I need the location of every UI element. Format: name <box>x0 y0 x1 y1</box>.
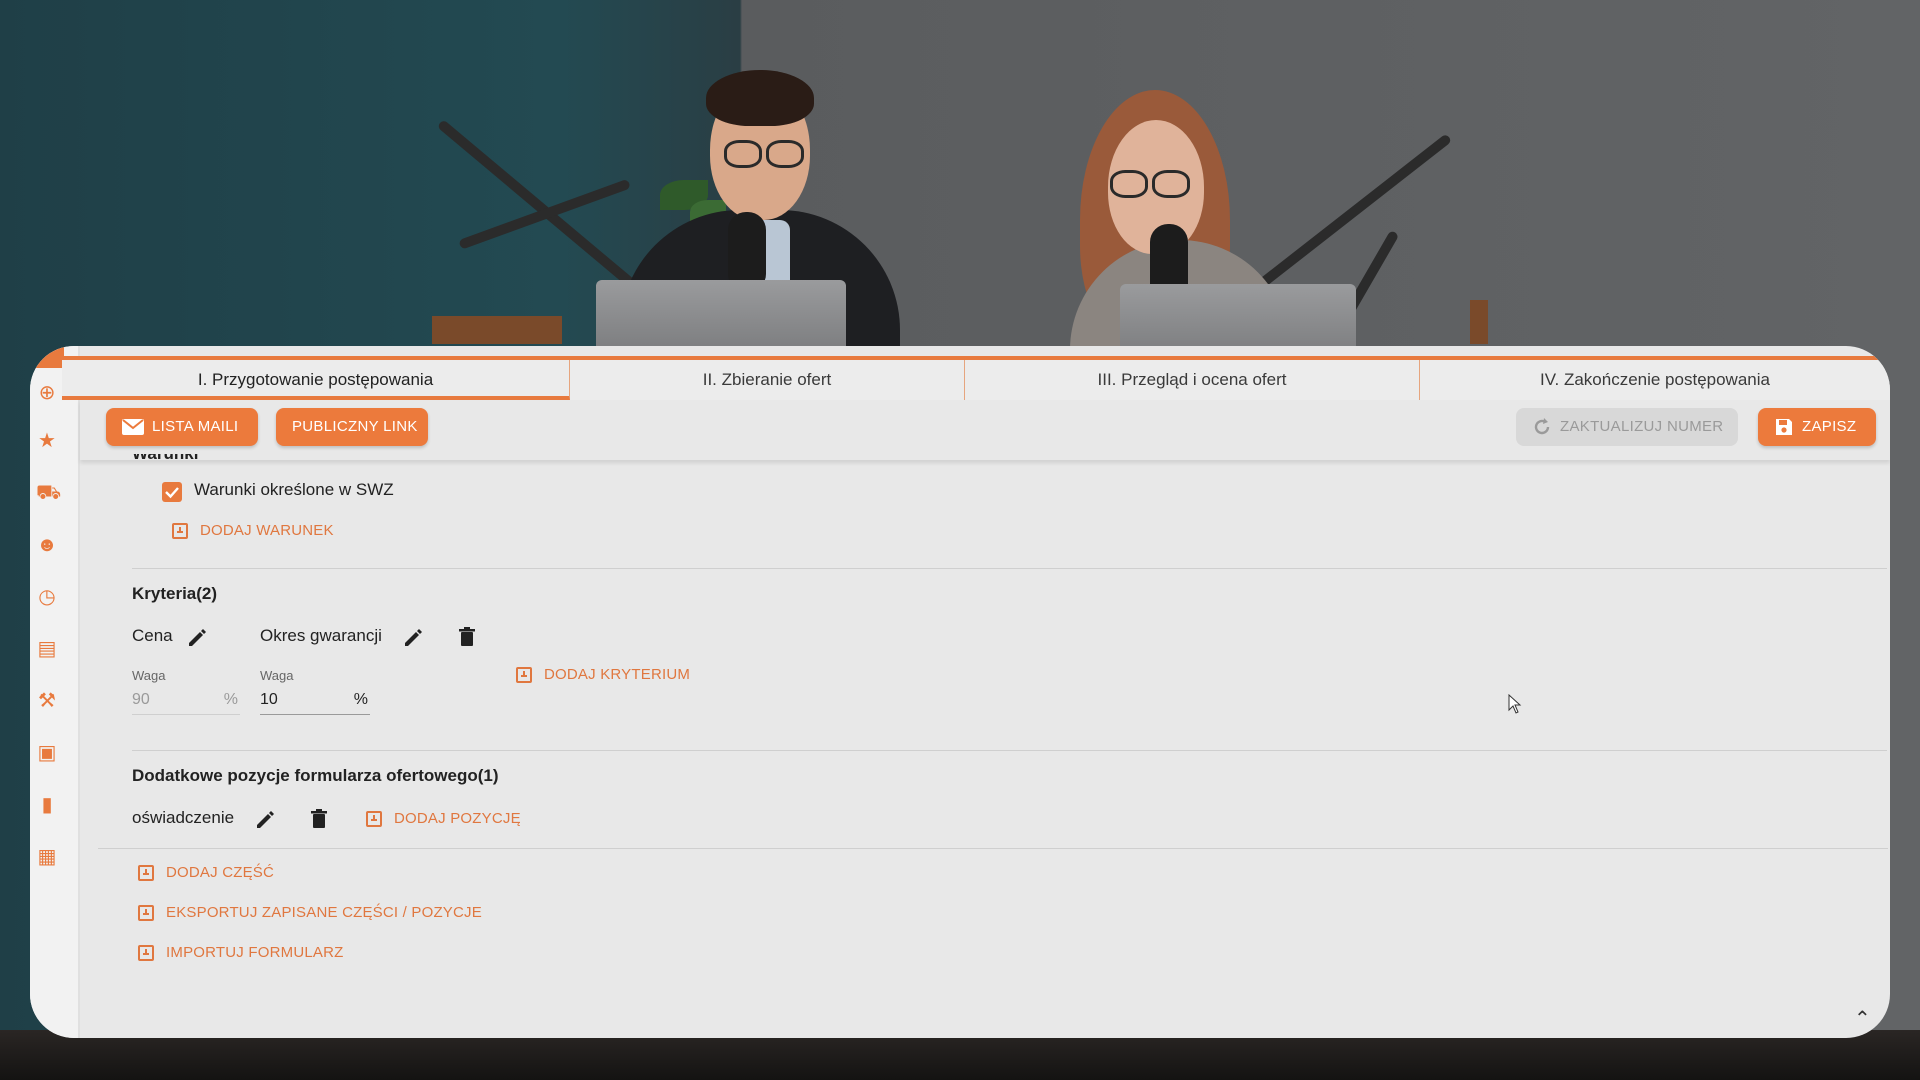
plus-square-icon <box>138 905 154 922</box>
swz-conditions-label: Warunki określone w SWZ <box>194 480 394 499</box>
add-position-label: DODAJ POZYCJĘ <box>394 810 521 827</box>
save-button[interactable]: ZAPISZ <box>1758 408 1876 446</box>
tab-preparation[interactable]: I. Przygotowanie postępowania <box>62 360 570 400</box>
sidebar: ⊕ ★ ⛟ ☻ ◷ ▤ ⚒ ▣ ▮ ▦ <box>30 346 80 1038</box>
public-link-button[interactable]: PUBLICZNY LINK <box>276 408 428 446</box>
clock-icon: ◷ <box>38 586 56 608</box>
floppy-disk-icon <box>1776 419 1792 436</box>
mouse-cursor-icon <box>1508 694 1522 714</box>
price-weight-label: Waga <box>132 668 166 683</box>
plus-square-icon <box>516 667 532 684</box>
warranty-weight-value: 10 <box>260 691 278 708</box>
app-window: ⊕ ★ ⛟ ☻ ◷ ▤ ⚒ ▣ ▮ ▦ I. Przygotowanie pos… <box>30 346 1890 1038</box>
tab-completion[interactable]: IV. Zakończenie postępowania <box>1420 360 1890 400</box>
plus-square-icon <box>172 523 188 540</box>
sidebar-item-cart[interactable]: ⛟ <box>36 482 62 504</box>
edit-price-pencil-icon[interactable] <box>186 626 208 648</box>
checkmark-icon <box>165 487 179 499</box>
sidebar-item-favorites[interactable]: ★ <box>36 430 58 452</box>
email-list-button[interactable]: LISTA MAILI <box>106 408 258 446</box>
chart-icon: ▦ <box>37 846 57 868</box>
save-label: ZAPISZ <box>1802 418 1857 435</box>
refresh-icon <box>1534 418 1550 435</box>
section-divider <box>132 750 1887 751</box>
laptop <box>596 280 846 350</box>
laptop <box>1120 284 1356 354</box>
sidebar-item-lock[interactable]: ▮ <box>36 794 58 816</box>
export-parts-link[interactable]: EKSPORTUJ ZAPISANE CZĘŚCI / POZYCJE <box>138 904 482 922</box>
mic-arm <box>458 178 631 250</box>
add-part-label: DODAJ CZĘŚĆ <box>166 864 275 881</box>
sidebar-item-briefcase[interactable]: ▣ <box>36 742 58 764</box>
cart-icon: ⛟ <box>36 482 62 504</box>
briefcase-icon: ▣ <box>37 742 57 764</box>
users-icon: ☻ <box>36 534 58 556</box>
plus-circle-icon: ⊕ <box>38 382 56 404</box>
sidebar-item-documents[interactable]: ▤ <box>36 638 58 660</box>
plus-square-icon <box>366 811 382 828</box>
lock-icon: ▮ <box>41 794 53 816</box>
add-condition-link[interactable]: DODAJ WARUNEK <box>172 522 334 540</box>
add-position-link[interactable]: DODAJ POZYCJĘ <box>366 810 521 828</box>
public-link-label: PUBLICZNY LINK <box>292 418 418 435</box>
sidebar-item-users[interactable]: ☻ <box>36 534 58 556</box>
warranty-weight-unit: % <box>353 691 368 708</box>
sidebar-item-add[interactable]: ⊕ <box>36 382 58 404</box>
wooden-shelf <box>1470 300 1488 344</box>
envelope-icon <box>122 419 144 436</box>
delete-warranty-trash-icon[interactable] <box>456 626 478 648</box>
plus-square-icon <box>138 945 154 962</box>
tab-review-offers[interactable]: III. Przegląd i ocena ofert <box>965 360 1420 400</box>
update-number-label: ZAKTUALIZUJ NUMER <box>1560 418 1724 435</box>
form-content: Warunki Warunki określone w SWZ DODAJ WA… <box>80 454 1890 1038</box>
mic-arm <box>436 119 643 294</box>
edit-warranty-pencil-icon[interactable] <box>402 626 424 648</box>
delete-statement-trash-icon[interactable] <box>308 808 330 830</box>
sidebar-item-history[interactable]: ◷ <box>36 586 58 608</box>
section-divider <box>132 568 1887 569</box>
add-part-link[interactable]: DODAJ CZĘŚĆ <box>138 864 275 882</box>
warranty-weight-label: Waga <box>260 668 294 683</box>
plus-square-icon <box>138 865 154 882</box>
add-criterion-label: DODAJ KRYTERIUM <box>544 666 691 683</box>
toolbar: LISTA MAILI PUBLICZNY LINK ZAKTUALIZUJ N… <box>80 400 1890 460</box>
price-weight-unit: % <box>223 691 238 708</box>
swz-conditions-checkbox[interactable] <box>162 482 182 502</box>
star-icon: ★ <box>38 430 56 452</box>
extra-positions-title: Dodatkowe pozycje formularza ofertowego(… <box>132 766 499 785</box>
stage-tabs: I. Przygotowanie postępowania II. Zbiera… <box>62 356 1890 400</box>
tab-collecting-offers[interactable]: II. Zbieranie ofert <box>570 360 965 400</box>
add-condition-label: DODAJ WARUNEK <box>200 522 334 539</box>
edit-statement-pencil-icon[interactable] <box>254 808 276 830</box>
conditions-title: Warunki <box>132 454 198 464</box>
document-icon: ▤ <box>37 638 57 660</box>
hammer-icon: ⚒ <box>38 690 56 712</box>
warranty-weight-field[interactable]: 10 % <box>260 686 370 715</box>
wooden-shelf <box>432 316 562 344</box>
criteria-title: Kryteria(2) <box>132 584 218 603</box>
position-name-statement: oświadczenie <box>132 808 235 827</box>
add-criterion-link[interactable]: DODAJ KRYTERIUM <box>516 666 691 684</box>
price-weight-field[interactable]: 90 % <box>132 686 240 715</box>
import-form-link[interactable]: IMPORTUJ FORMULARZ <box>138 944 344 962</box>
section-divider <box>98 848 1888 849</box>
export-parts-label: EKSPORTUJ ZAPISANE CZĘŚCI / POZYCJE <box>166 904 482 921</box>
email-list-label: LISTA MAILI <box>152 418 239 435</box>
scroll-top-chevron-icon[interactable]: ⌃ <box>1854 1006 1871 1031</box>
sidebar-item-tools[interactable]: ⚒ <box>36 690 58 712</box>
update-number-button[interactable]: ZAKTUALIZUJ NUMER <box>1516 408 1738 446</box>
price-weight-value: 90 <box>132 691 150 708</box>
criterion-name-price: Cena <box>132 626 173 645</box>
sidebar-item-reports[interactable]: ▦ <box>36 846 58 868</box>
sidebar-accent <box>30 346 64 368</box>
criterion-name-warranty: Okres gwarancji <box>260 626 382 645</box>
mic-arm <box>1256 133 1453 289</box>
import-form-label: IMPORTUJ FORMULARZ <box>166 944 344 961</box>
